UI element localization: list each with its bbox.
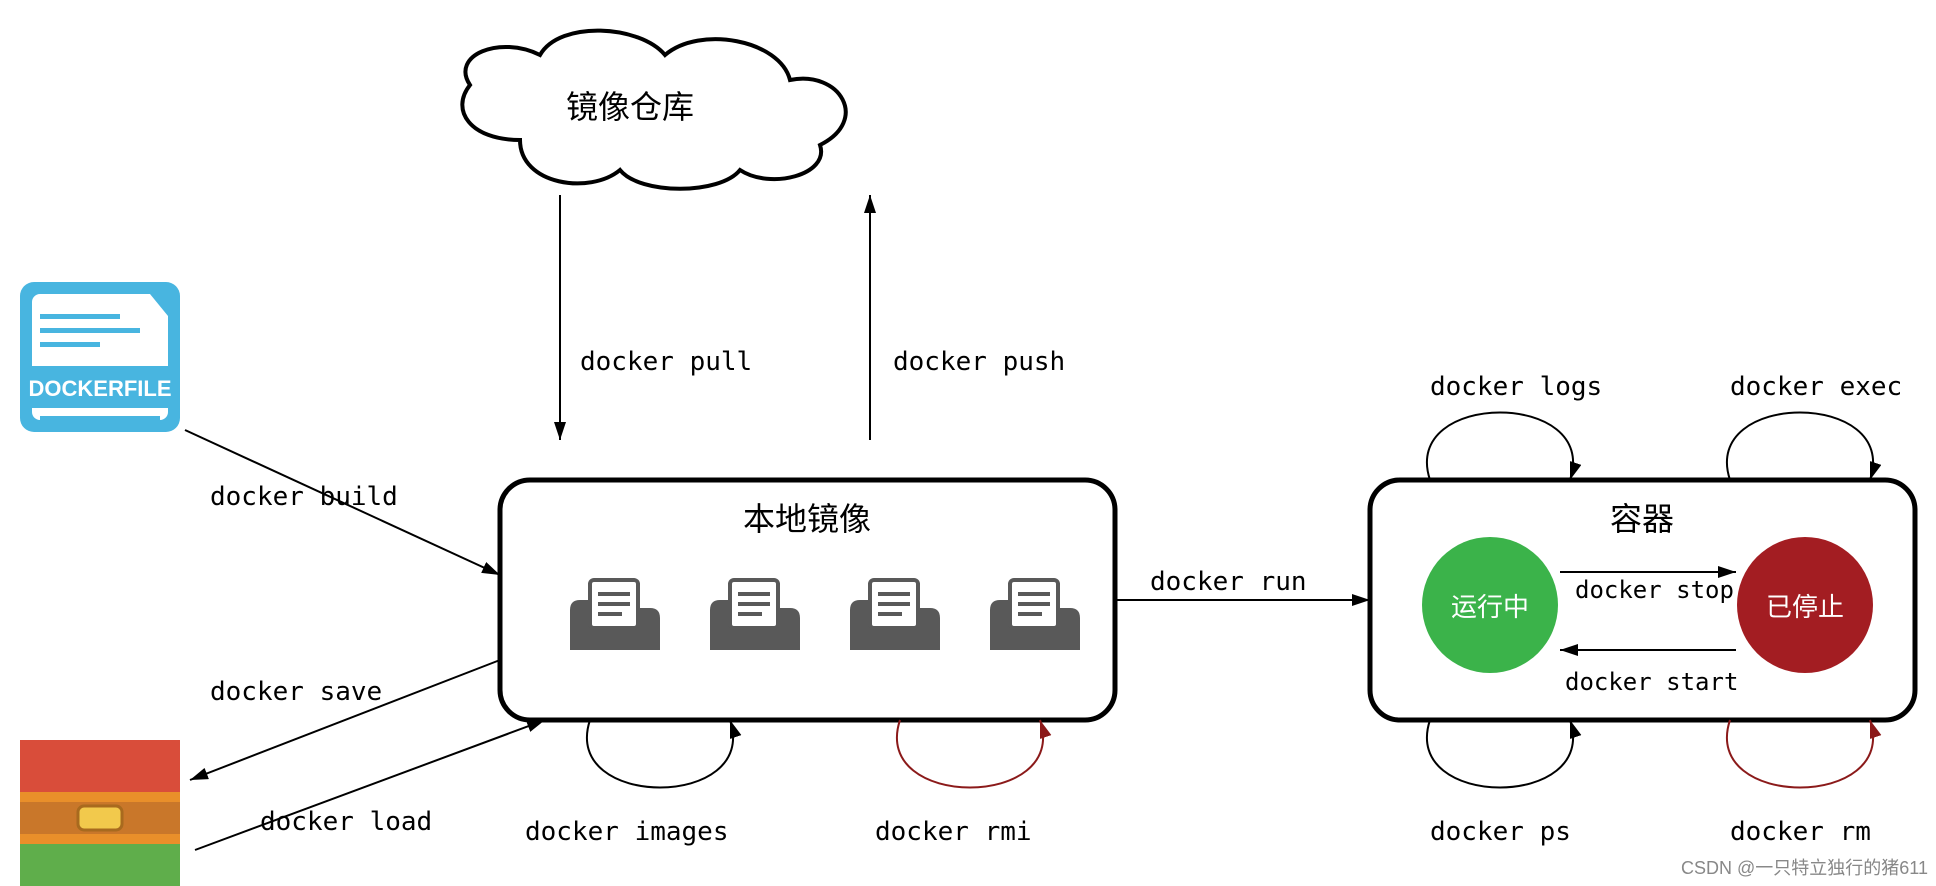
edge-stop-label: docker stop	[1575, 576, 1734, 604]
edge-images	[587, 720, 733, 788]
edge-rmi-label: docker rmi	[875, 817, 1032, 847]
local-title: 本地镜像	[743, 501, 871, 537]
edge-run-label: docker run	[1150, 567, 1307, 597]
edge-pull-label: docker pull	[580, 347, 752, 377]
local-images-node: 本地镜像	[500, 480, 1115, 720]
edge-rm-label: docker rm	[1730, 817, 1871, 847]
edge-load-label: docker load	[260, 807, 432, 837]
edge-ps-label: docker ps	[1430, 817, 1571, 847]
edge-start-label: docker start	[1565, 668, 1738, 696]
edge-images-label: docker images	[525, 817, 729, 847]
edge-rm	[1727, 720, 1873, 788]
container-title: 容器	[1610, 501, 1674, 537]
edge-save-label: docker save	[210, 677, 382, 707]
state-stopped-label: 已停止	[1766, 592, 1844, 622]
edge-exec-label: docker exec	[1730, 372, 1902, 402]
repo-title: 镜像仓库	[566, 89, 694, 125]
dockerfile-label: DOCKERFILE	[29, 376, 172, 401]
edge-logs	[1427, 413, 1573, 481]
edge-push-label: docker push	[893, 347, 1065, 377]
edge-rmi	[897, 720, 1043, 788]
dockerfile-icon: DOCKERFILE	[20, 282, 180, 432]
tar-archive-icon	[20, 740, 180, 886]
edge-ps	[1427, 720, 1573, 788]
watermark: CSDN @一只特立独行的猪611	[1681, 854, 1928, 880]
repo-cloud-node: 镜像仓库	[462, 31, 845, 189]
state-running-label: 运行中	[1451, 592, 1529, 622]
edge-exec	[1727, 413, 1873, 481]
container-node: 容器 运行中 已停止 docker stop docker start	[1370, 480, 1915, 720]
edge-logs-label: docker logs	[1430, 372, 1602, 402]
edge-build-label: docker build	[210, 482, 398, 512]
